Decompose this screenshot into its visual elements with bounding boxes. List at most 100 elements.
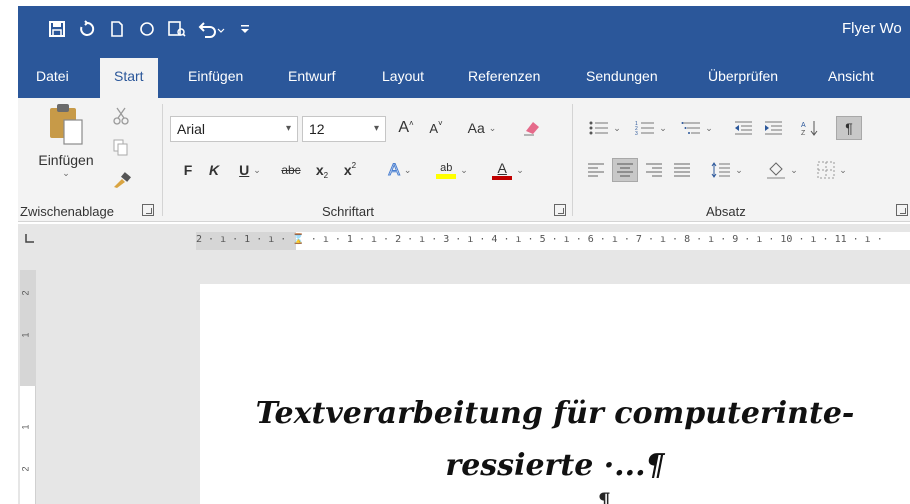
tab-layout[interactable]: Layout [382,58,424,98]
font-size-value: 12 [309,121,325,137]
decrease-indent-button[interactable] [730,116,756,140]
vertical-ruler-number: 1 [20,332,31,338]
borders-button[interactable]: ⌄ [810,158,854,182]
tab-sendungen[interactable]: Sendungen [586,58,658,98]
bold-button[interactable]: F [178,158,198,182]
font-name-field[interactable]: Arial ▾ [170,116,298,142]
customize-icon[interactable] [232,16,258,42]
new-document-icon[interactable] [104,16,130,42]
grow-font-button[interactable]: A ˄ [394,116,418,140]
sort-button[interactable]: AZ [798,116,822,140]
ruler-margin [20,270,36,386]
font-size-field[interactable]: 12 ▾ [302,116,386,142]
align-left-icon [588,163,604,177]
sort-icon: AZ [801,121,818,137]
brush-icon [114,172,131,188]
clipboard-launcher-icon[interactable] [142,204,154,216]
ribbon-tabs: Datei Start Einfügen Entwurf Layout Refe… [18,58,910,100]
tab-referenzen[interactable]: Referenzen [468,58,540,98]
copy-icon [113,139,128,156]
undo-icon[interactable] [194,16,228,42]
increase-indent-button[interactable] [760,116,786,140]
strikethrough-icon: abc [281,163,301,177]
horizontal-ruler-scale: 2 · ı · 1 · ı · ⌛ · ı · 1 · ı · 2 · ı · … [196,234,883,245]
chevron-down-icon: ⌄ [839,164,847,175]
vertical-ruler-number: 1 [20,424,31,430]
highlight-button[interactable]: ab ⌄ [428,158,476,182]
paint-bucket-icon [767,162,786,179]
subscript-button[interactable]: x2 [310,158,334,182]
multilevel-list-button[interactable]: ⌄ [676,116,718,140]
chevron-down-icon: ▾ [373,123,379,134]
tab-start[interactable]: Start [100,58,158,100]
bullets-button[interactable]: ⌄ [584,116,626,140]
align-left-button[interactable] [584,158,608,182]
chevron-down-icon: ⌄ [613,122,621,133]
superscript-button[interactable]: x2 [338,158,362,182]
align-center-button[interactable] [612,158,638,182]
highlight-color-bar [436,173,457,179]
strikethrough-button[interactable]: abc [276,158,306,182]
paste-button[interactable]: Einfügen ⌄ [34,102,98,196]
font-color-icon: A [497,160,507,176]
chevron-down-icon: ⌄ [659,122,667,133]
tab-ueberpruefen[interactable]: Überprüfen [708,58,778,98]
eraser-icon [524,122,539,136]
chevron-down-icon: ▾ [285,123,291,134]
vertical-ruler[interactable]: 2 1 1 2 [20,270,36,504]
paragraph-mark: ¶ [598,488,611,504]
font-launcher-icon[interactable] [554,204,566,216]
group-separator [572,104,573,216]
shading-button[interactable]: ⌄ [760,158,804,182]
title-bar: Flyer Wo [18,6,910,58]
tab-ansicht[interactable]: Ansicht [828,58,874,98]
svg-text:Z: Z [801,130,806,137]
underline-icon: U [239,162,250,178]
quick-access-toolbar [44,16,262,42]
italic-icon: K [208,162,220,178]
tab-entwurf[interactable]: Entwurf [288,58,335,98]
tab-einfuegen[interactable]: Einfügen [188,58,243,98]
document-heading-line-1[interactable]: Textverarbeitung für computerinte- [200,396,910,431]
group-separator [162,104,163,216]
justify-button[interactable] [670,158,694,182]
cut-button[interactable] [110,104,132,128]
pilcrow-icon: ¶ [845,120,853,136]
shrink-font-button[interactable]: A ˅ [424,116,448,140]
text-effects-button[interactable]: A ⌄ [378,158,422,182]
multilevel-list-icon [681,122,701,134]
paste-label: Einfügen [38,152,94,168]
superscript-icon: x [343,162,352,178]
print-preview-icon[interactable] [164,16,190,42]
change-case-button[interactable]: Aa ⌄ [460,116,504,140]
borders-icon [817,161,835,179]
save-icon[interactable] [44,16,70,42]
paragraph-launcher-icon[interactable] [896,204,908,216]
underline-button[interactable]: U ⌄ [230,158,270,182]
align-right-icon [646,163,662,177]
italic-button[interactable]: K [204,158,224,182]
circle-icon[interactable] [134,16,160,42]
highlighter-icon: ab [440,161,453,174]
format-painter-button[interactable] [110,168,134,192]
change-case-icon: Aa [467,120,485,136]
clear-formatting-button[interactable] [518,116,546,140]
copy-button[interactable] [110,136,132,160]
paragraph-group-label: Absatz [706,204,746,219]
tab-datei[interactable]: Datei [36,58,69,98]
chevron-down-icon: ⌄ [516,164,524,175]
line-spacing-button[interactable]: ⌄ [706,158,748,182]
line-spacing-icon [711,162,731,178]
show-formatting-marks-button[interactable]: ¶ [836,116,862,140]
chevron-down-icon: ⌄ [403,164,412,175]
document-heading-line-2[interactable]: ressierte ·...¶ [200,448,910,483]
font-color-button[interactable]: A ⌄ [486,158,530,182]
numbering-button[interactable]: 123 ⌄ [630,116,672,140]
grow-font-icon: A [398,119,409,136]
tab-selector-icon[interactable] [22,232,36,246]
bullet-list-icon [589,121,609,135]
vertical-ruler-number: 2 [20,466,31,472]
align-right-button[interactable] [642,158,666,182]
chevron-down-icon: ⌄ [488,122,497,133]
autosave-icon[interactable] [74,16,100,42]
